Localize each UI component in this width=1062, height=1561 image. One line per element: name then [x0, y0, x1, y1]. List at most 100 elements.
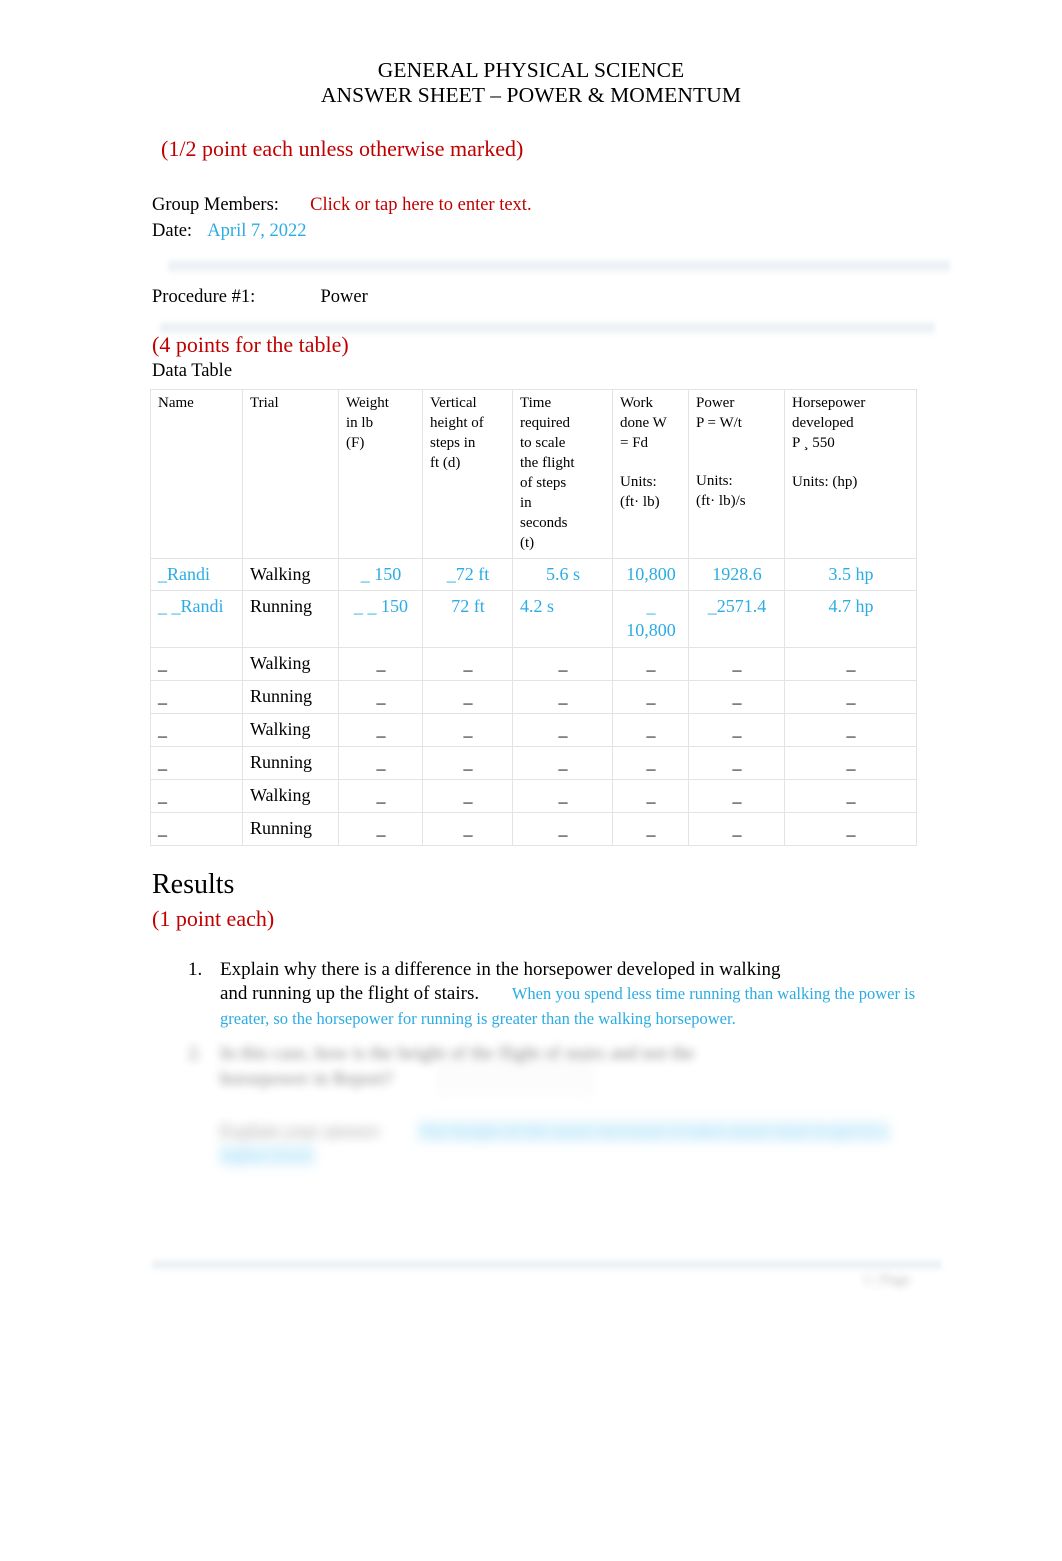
cell-weight[interactable]: _ — [338, 647, 423, 682]
cell-time[interactable]: _ — [512, 746, 613, 781]
cell-name[interactable]: _ — [150, 647, 243, 682]
cell-time[interactable]: _ — [512, 647, 613, 682]
cell-height[interactable]: _ — [422, 779, 513, 813]
cell-horsepower[interactable]: _ — [784, 647, 917, 682]
redacted-band-1 — [168, 258, 950, 275]
cell-trial: Running — [242, 590, 339, 649]
cell-power[interactable]: _ — [688, 713, 785, 748]
cell-trial: Running — [242, 812, 339, 846]
group-members-value[interactable]: Click or tap here to enter text. — [310, 195, 531, 215]
th-weight: Weight in lb (F) — [338, 389, 423, 559]
cell-weight[interactable]: _ — [338, 746, 423, 781]
cell-time[interactable]: _ — [512, 680, 613, 715]
cell-weight[interactable]: _ 150 — [338, 557, 423, 592]
points-note-top: (1/2 point each unless otherwise marked) — [161, 136, 524, 161]
cell-trial: Walking — [242, 557, 339, 592]
results-section: Results (1 point each) — [152, 868, 942, 932]
table-heading-block: (4 points for the table) Data Table — [152, 332, 942, 382]
table-row: _Randi Walking _ 150 _72 ft 5.6 s 10,800… — [150, 557, 917, 592]
cell-horsepower[interactable]: _ — [784, 713, 917, 748]
table-row: _ Walking _ _ _ _ _ _ — [150, 647, 917, 682]
cell-height[interactable]: _ — [422, 680, 513, 715]
th-height-l1: Vertical — [430, 395, 477, 411]
page-number: 1 | Page — [862, 1272, 910, 1288]
th-work-units-l2: (ft· lb) — [620, 493, 660, 510]
th-hp-l3: P ¸ 550 — [792, 434, 835, 451]
question-2-prompt-line2: horsepower in Report? — [220, 1068, 394, 1090]
question-2-answer-label: Explain your answer: — [220, 1121, 383, 1142]
cell-horsepower[interactable]: 4.7 hp — [784, 590, 917, 649]
cell-horsepower[interactable]: 3.5 hp — [784, 557, 917, 592]
cell-power[interactable]: _ — [688, 680, 785, 715]
cell-work[interactable]: _ — [612, 812, 689, 846]
cell-time[interactable]: 5.6 s — [512, 557, 613, 592]
cell-horsepower[interactable]: _ — [784, 779, 917, 813]
cell-height[interactable]: 72 ft — [422, 590, 513, 649]
th-power: Power P = W/t Units: (ft· lb)/s — [688, 389, 785, 559]
th-time-l4: the flight — [520, 454, 575, 471]
cell-weight[interactable]: _ — [338, 812, 423, 846]
cell-name[interactable]: _Randi — [150, 557, 243, 592]
th-power-l1: Power — [696, 395, 735, 411]
cell-time[interactable]: _ — [512, 812, 613, 846]
cell-work[interactable]: _ — [612, 647, 689, 682]
cell-weight[interactable]: _ _ 150 — [338, 590, 423, 649]
question-2-explanation: Explain your answer: The height of the s… — [152, 1120, 942, 1169]
cell-name[interactable]: _ _Randi — [150, 590, 243, 649]
cell-work[interactable]: _ — [612, 713, 689, 748]
question-1: 1. Explain why there is a difference in … — [152, 958, 942, 1031]
data-table-label: Data Table — [152, 361, 233, 381]
cell-power[interactable]: _ — [688, 779, 785, 813]
th-height-l2: height of — [430, 414, 484, 431]
cell-name[interactable]: _ — [150, 713, 243, 748]
cell-weight[interactable]: _ — [338, 779, 423, 813]
table-row: _ Walking _ _ _ _ _ _ — [150, 779, 917, 813]
date-value[interactable]: April 7, 2022 — [207, 221, 306, 241]
cell-work[interactable]: _ — [612, 680, 689, 715]
th-work-l2: done W — [620, 414, 667, 431]
question-2: 2. In this case, how is the height of th… — [152, 1042, 942, 1095]
cell-horsepower[interactable]: _ — [784, 680, 917, 715]
th-time-l7: seconds — [520, 514, 568, 531]
table-row: _ Walking _ _ _ _ _ _ — [150, 713, 917, 748]
cell-time[interactable]: _ — [512, 713, 613, 748]
meta-block: Group Members: Click or tap here to ente… — [152, 193, 942, 244]
cell-time[interactable]: 4.2 s — [512, 590, 613, 649]
cell-time[interactable]: _ — [512, 779, 613, 813]
th-weight-l2: in lb — [346, 414, 374, 431]
cell-weight[interactable]: _ — [338, 680, 423, 715]
cell-work[interactable]: _ 10,800 — [612, 590, 689, 649]
cell-height[interactable]: _72 ft — [422, 557, 513, 592]
cell-work[interactable]: _ — [612, 779, 689, 813]
cell-work[interactable]: 10,800 — [612, 557, 689, 592]
cell-horsepower[interactable]: _ — [784, 812, 917, 846]
cell-weight[interactable]: _ — [338, 713, 423, 748]
question-2-explanation-body: Explain your answer: The height of the s… — [152, 1120, 942, 1169]
cell-power[interactable]: _ — [688, 812, 785, 846]
th-time-l1: Time — [520, 395, 552, 411]
table-row: _ Running _ _ _ _ _ _ — [150, 680, 917, 715]
cell-name[interactable]: _ — [150, 746, 243, 781]
cell-name[interactable]: _ — [150, 680, 243, 715]
th-height-l4: ft (d) — [430, 454, 461, 471]
cell-trial: Running — [242, 680, 339, 715]
cell-work[interactable]: _ — [612, 746, 689, 781]
cell-name[interactable]: _ — [150, 812, 243, 846]
points-note-top-wrap: (1/2 point each unless otherwise marked) — [152, 136, 942, 162]
cell-horsepower[interactable]: _ — [784, 746, 917, 781]
th-time: Time required to scale the flight of ste… — [512, 389, 613, 559]
cell-height[interactable]: _ — [422, 746, 513, 781]
cell-power[interactable]: _ — [688, 647, 785, 682]
procedure-label: Procedure #1: — [152, 287, 256, 307]
cell-power[interactable]: _ — [688, 746, 785, 781]
cell-height[interactable]: _ — [422, 812, 513, 846]
cell-name[interactable]: _ — [150, 779, 243, 813]
th-hp-l1: Horsepower — [792, 395, 866, 411]
cell-power[interactable]: 1928.6 — [688, 557, 785, 592]
th-power-l2: P = W/t — [696, 414, 742, 431]
cell-height[interactable]: _ — [422, 647, 513, 682]
question-2-answer-field[interactable] — [438, 1066, 591, 1095]
cell-height[interactable]: _ — [422, 713, 513, 748]
date-row: Date: April 7, 2022 — [152, 219, 942, 245]
cell-power[interactable]: _2571.4 — [688, 590, 785, 649]
